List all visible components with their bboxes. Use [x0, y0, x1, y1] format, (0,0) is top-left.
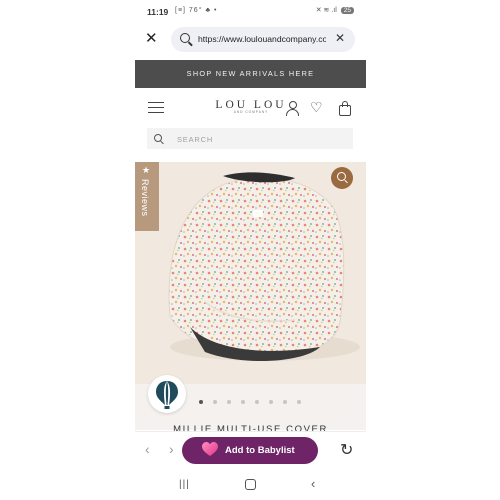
site-logo[interactable]: LOU LOU AND COMPANY [211, 99, 291, 114]
recent-apps-icon[interactable]: ||| [179, 479, 190, 490]
user-icon[interactable] [285, 101, 299, 116]
reviews-tab[interactable]: ★ Reviews [135, 162, 159, 231]
search-icon [180, 33, 190, 43]
pagination-dot[interactable] [199, 400, 203, 404]
forward-arrow-icon[interactable]: › [169, 441, 174, 457]
pagination-dot[interactable] [283, 400, 287, 404]
close-tab-icon[interactable]: ✕ [145, 30, 158, 48]
pagination-dot[interactable] [297, 400, 301, 404]
hot-air-balloon-icon[interactable] [148, 375, 186, 413]
pagination-dot[interactable] [255, 400, 259, 404]
bag-icon[interactable] [339, 101, 351, 116]
add-to-babylist-button[interactable]: Add to Babylist [182, 437, 318, 464]
pagination-dot[interactable] [241, 400, 245, 404]
zoom-icon[interactable] [331, 167, 353, 189]
url-text[interactable]: https://www.loulouandcompany.com [198, 34, 326, 44]
bottom-action-bar: ‹ › Add to Babylist ↻ [135, 431, 366, 470]
back-icon[interactable]: ‹ [311, 476, 315, 491]
url-bar[interactable]: https://www.loulouandcompany.com ✕ [171, 27, 355, 52]
status-time: 11:19 [147, 7, 169, 17]
image-pagination [199, 400, 309, 406]
pagination-dot[interactable] [227, 400, 231, 404]
refresh-icon[interactable]: ↻ [340, 440, 353, 460]
status-bar: 11:19 [≡] 76° ♣ • ✕ ≋ .ıl 25 [135, 0, 366, 22]
reviews-label: Reviews [140, 179, 150, 217]
pagination-dot[interactable] [213, 400, 217, 404]
status-system-icons: ✕ ≋ .ıl 25 [316, 6, 354, 14]
product-image[interactable]: ★ Reviews [135, 162, 366, 384]
heart-icon[interactable]: ♡ [310, 100, 323, 114]
babylist-label: Add to Babylist [225, 445, 295, 456]
status-notification-icons: [≡] 76° ♣ • [175, 7, 218, 14]
site-search[interactable] [147, 128, 353, 149]
home-icon[interactable] [245, 479, 256, 490]
system-navigation-bar: ||| ‹ [135, 469, 366, 500]
promo-banner[interactable]: SHOP NEW ARRIVALS HERE [135, 60, 366, 88]
menu-icon[interactable] [148, 102, 164, 114]
star-icon: ★ [142, 165, 151, 175]
product-title: MILLIE MULTI-USE COVER [173, 424, 328, 431]
pagination-dot[interactable] [269, 400, 273, 404]
search-icon [154, 134, 162, 142]
battery-icon: 25 [340, 7, 354, 14]
clear-url-icon[interactable]: ✕ [335, 31, 345, 45]
back-arrow-icon[interactable]: ‹ [145, 441, 150, 457]
heart-icon [202, 442, 218, 458]
phone-screen: 11:19 [≡] 76° ♣ • ✕ ≋ .ıl 25 ✕ https://w… [135, 0, 366, 500]
signal-icons: ✕ ≋ .ıl [315, 7, 337, 14]
search-input[interactable] [175, 131, 349, 147]
car-seat-cover-image [168, 172, 360, 362]
